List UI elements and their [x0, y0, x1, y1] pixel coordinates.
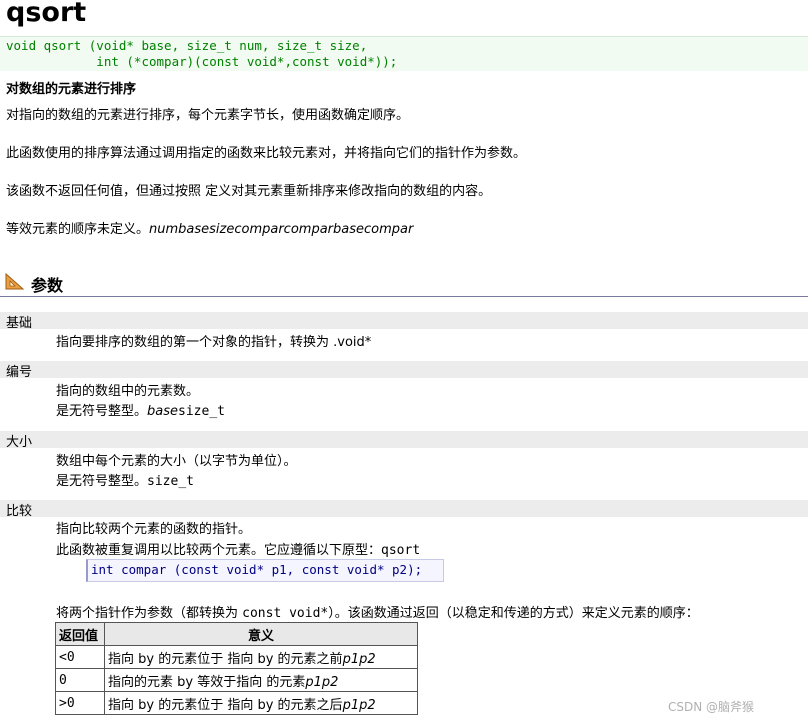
paragraph-4-italic: numbasesizecomparcomparbasecompar — [149, 222, 414, 237]
param-num-desc-2-code: size_t — [178, 404, 225, 419]
function-prototype: void qsort (void* base, size_t num, size… — [0, 36, 808, 71]
table-row: 0 指向的元素 by 等效于指向 的元素p1p2 — [55, 668, 418, 692]
table-row: <0 指向 by 的元素位于 指向 by 的元素之前p1p2 — [55, 645, 418, 669]
table-cell-value: 0 — [55, 668, 105, 692]
triangle-ruler-icon — [5, 272, 25, 290]
table-cell-italic: p1p2 — [305, 674, 339, 690]
param-num-desc-2-italic: base — [147, 404, 179, 419]
return-value-table: 返回值 意义 <0 指向 by 的元素位于 指向 by 的元素之前p1p2 0 … — [55, 622, 418, 715]
param-term-base-label: 基础 — [6, 316, 33, 331]
param-size-desc-1: 数组中每个元素的大小（以字节为单位）。 — [56, 454, 297, 469]
param-compar-desc-3-code: const void* — [242, 606, 329, 621]
param-compar-desc-3-a: 将两个指针作为参数（都转换为 — [56, 606, 243, 621]
param-size-desc-2-text: 是无符号整型。 — [56, 474, 148, 489]
table-header-meaning: 意义 — [104, 622, 418, 646]
table-cell-text: 指向的元素 by 等效于指向 的元素 — [108, 674, 306, 690]
param-term-compar: 比较 — [0, 500, 808, 519]
param-compar-desc-2: 此函数被重复调用以比较两个元素。它应遵循以下原型：qsort — [56, 539, 420, 558]
table-cell-italic: p1p2 — [342, 697, 376, 713]
param-compar-desc-2-text: 此函数被重复调用以比较两个元素。它应遵循以下原型： — [56, 543, 382, 558]
param-compar-desc-2-code: qsort — [381, 543, 421, 558]
param-num-desc-1: 指向的数组中的元素数。 — [56, 384, 200, 399]
param-compar-desc-3: 将两个指针作为参数（都转换为 const void*）。该函数通过返回（以稳定和… — [56, 602, 699, 621]
compar-prototype-code-text: int compar (const void* p1, const void* … — [91, 562, 423, 577]
param-term-num: 编号 — [0, 361, 808, 380]
paragraph-4: 等效元素的顺序未定义。numbasesizecomparcomparbaseco… — [6, 218, 413, 237]
param-term-compar-label: 比较 — [6, 504, 33, 519]
paragraph-2: 此函数使用的排序算法通过调用指定的函数来比较元素对，并将指向它们的指针作为参数。 — [6, 146, 527, 161]
compar-prototype-code: int compar (const void* p1, const void* … — [86, 559, 444, 582]
table-cell-text: 指向 by 的元素位于 指向 by 的元素之后 — [108, 697, 343, 713]
param-num-desc-2-text: 是无符号整型。 — [56, 404, 148, 419]
table-row: >0 指向 by 的元素位于 指向 by 的元素之后p1p2 — [55, 691, 418, 715]
param-size-desc-2-code: size_t — [147, 474, 194, 489]
table-cell-meaning: 指向 by 的元素位于 指向 by 的元素之后p1p2 — [104, 691, 418, 715]
param-term-num-label: 编号 — [6, 365, 33, 380]
param-term-size-label: 大小 — [6, 435, 33, 450]
table-cell-value: <0 — [55, 645, 105, 669]
param-size-desc-2: 是无符号整型。size_t — [56, 470, 194, 489]
prototype-line-1: void qsort (void* base, size_t num, size… — [6, 38, 368, 53]
table-header-row: 返回值 意义 — [55, 622, 418, 646]
paragraph-3: 该函数不返回任何值，但通过按照 定义对其元素重新排序来修改指向的数组的内容。 — [6, 184, 492, 199]
table-cell-meaning: 指向 by 的元素位于 指向 by 的元素之前p1p2 — [104, 645, 418, 669]
param-compar-desc-1: 指向比较两个元素的函数的指针。 — [56, 522, 252, 537]
prototype-line-2: int (*compar)(const void*,const void*)); — [6, 54, 398, 69]
param-base-desc: 指向要排序的数组的第一个对象的指针，转换为 .void* — [56, 335, 372, 350]
param-num-desc-2: 是无符号整型。basesize_t — [56, 400, 225, 419]
param-term-base: 基础 — [0, 312, 808, 331]
table-cell-text: 指向 by 的元素位于 指向 by 的元素之前 — [108, 651, 343, 667]
parameters-section-title: 参数 — [31, 276, 64, 295]
watermark: CSDN @脑斧猴 — [668, 700, 755, 714]
function-summary: 对数组的元素进行排序 — [6, 82, 137, 97]
table-cell-italic: p1p2 — [342, 651, 376, 667]
page-title: qsort — [6, 0, 87, 28]
parameters-section-header: 参数 — [0, 270, 808, 297]
param-term-size: 大小 — [0, 431, 808, 450]
table-header-return: 返回值 — [55, 622, 105, 646]
table-cell-value: >0 — [55, 691, 105, 715]
table-cell-meaning: 指向的元素 by 等效于指向 的元素p1p2 — [104, 668, 418, 692]
param-compar-desc-3-b: ）。该函数通过返回（以稳定和传递的方式）来定义元素的顺序： — [328, 606, 699, 621]
paragraph-1: 对指向的数组的元素进行排序，每个元素字节长，使用函数确定顺序。 — [6, 108, 410, 123]
paragraph-4-text: 等效元素的顺序未定义。 — [6, 222, 150, 237]
